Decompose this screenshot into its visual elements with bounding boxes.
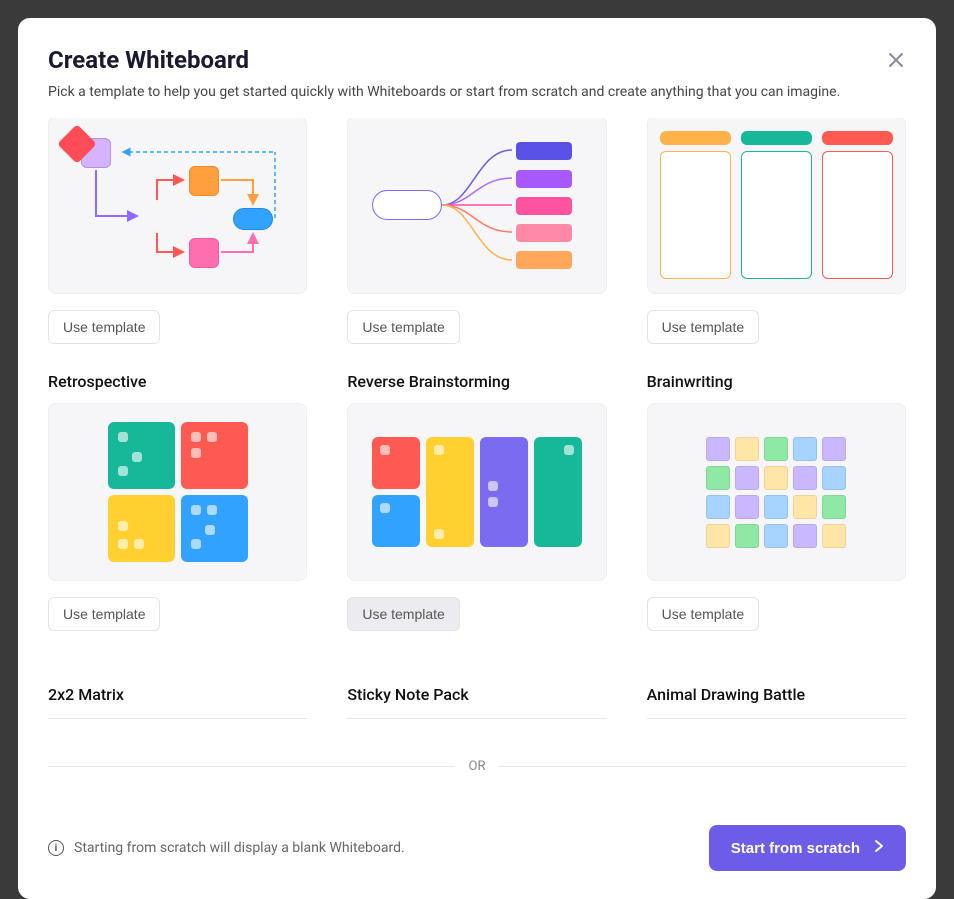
use-template-button[interactable]: Use template [347,310,459,344]
modal-footer: i Starting from scratch will display a b… [18,797,936,899]
chevron-right-icon [874,839,884,857]
template-title: Animal Drawing Battle [647,685,906,719]
template-card-concept-mapping: Concept Mapping [347,118,606,344]
footer-info: i Starting from scratch will display a b… [48,840,405,856]
template-card-brainwriting: Brainwriting Use template [647,372,906,631]
template-card-flow-chart: Flow Chart [48,118,307,344]
create-whiteboard-modal: Create Whiteboard Pick a template to hel… [18,18,936,899]
divider-or: OR [48,759,906,774]
template-grid: Flow Chart [48,118,906,731]
modal-subtitle: Pick a template to help you get started … [48,84,906,100]
use-template-button[interactable]: Use template [48,597,160,631]
template-card-2x2-matrix: 2x2 Matrix [48,685,307,731]
template-card-retrospective: Retrospective [48,372,307,631]
template-card-animal-drawing-battle: Animal Drawing Battle [647,685,906,731]
template-title: Reverse Brainstorming [347,372,606,391]
brainwriting-grid [706,437,846,548]
info-icon: i [48,840,64,856]
close-icon[interactable] [886,50,906,70]
footer-info-text: Starting from scratch will display a bla… [74,840,405,856]
start-from-scratch-button[interactable]: Start from scratch [709,825,906,871]
template-preview[interactable] [647,403,906,581]
template-preview[interactable] [647,118,906,294]
start-from-scratch-label: Start from scratch [731,840,860,857]
template-preview[interactable] [48,118,307,294]
use-template-button[interactable]: Use template [647,310,759,344]
use-template-button[interactable]: Use template [347,597,459,631]
divider-label: OR [455,759,500,774]
template-title: Retrospective [48,372,307,391]
template-title: Brainwriting [647,372,906,391]
use-template-button[interactable]: Use template [647,597,759,631]
template-title: 2x2 Matrix [48,685,307,719]
modal-body: Flow Chart [18,118,936,797]
modal-title: Create Whiteboard [48,46,906,74]
template-card-sticky-note-pack: Sticky Note Pack [347,685,606,731]
template-preview[interactable] [48,403,307,581]
template-preview[interactable] [347,403,606,581]
use-template-button[interactable]: Use template [48,310,160,344]
template-card-reverse-brainstorming: Reverse Brainstorming [347,372,606,631]
modal-header: Create Whiteboard Pick a template to hel… [18,18,936,118]
template-card-stand-up: Stand Up Use template [647,118,906,344]
template-preview[interactable] [347,118,606,294]
template-title: Sticky Note Pack [347,685,606,719]
